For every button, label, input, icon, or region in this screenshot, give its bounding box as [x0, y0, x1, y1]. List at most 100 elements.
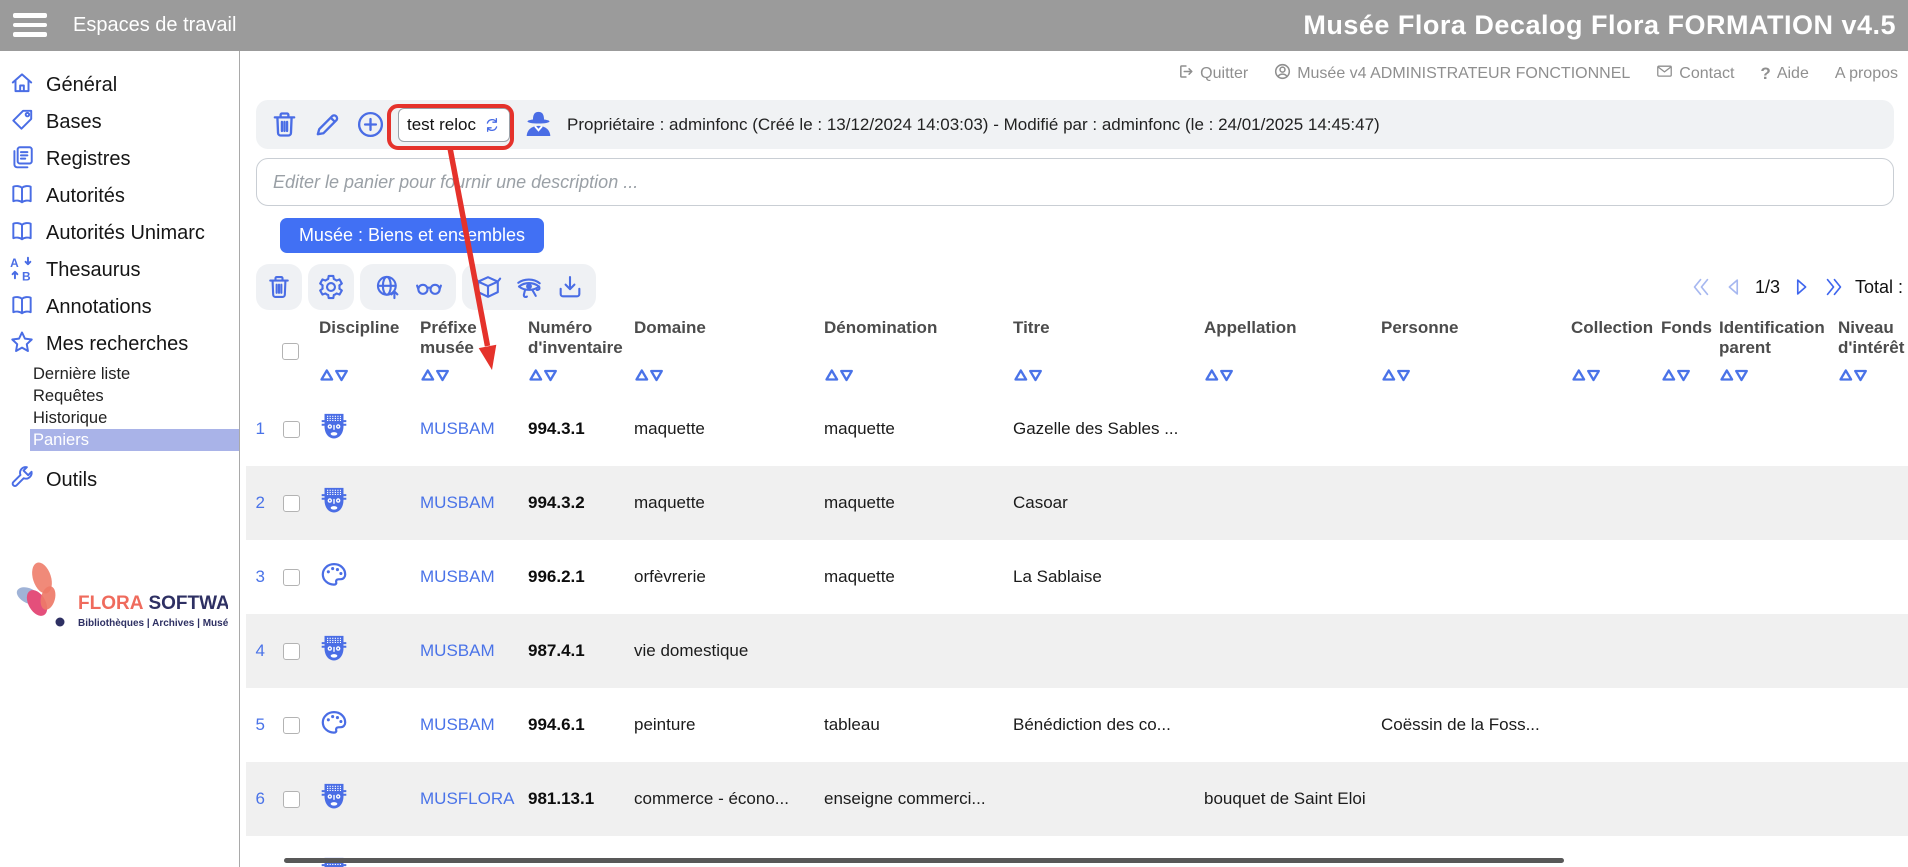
- settings-button[interactable]: [317, 273, 345, 301]
- column-header-denomination[interactable]: Dénomination: [821, 315, 1010, 392]
- contact-link[interactable]: Contact: [1656, 63, 1734, 85]
- first-page-button[interactable]: [1689, 275, 1713, 299]
- a-propos-link[interactable]: A propos: [1835, 65, 1898, 83]
- basket-name-input[interactable]: test reloc: [398, 108, 510, 142]
- sort-arrows-icon[interactable]: [1719, 366, 1750, 387]
- logout-icon: [1177, 63, 1194, 85]
- row-number-link[interactable]: 6: [256, 789, 265, 808]
- row-number-link[interactable]: 4: [256, 641, 265, 660]
- sort-arrows-icon[interactable]: [1381, 366, 1412, 387]
- sidebar-subitem-derniere-liste[interactable]: Dernière liste: [30, 363, 239, 385]
- column-header-titre[interactable]: Titre: [1010, 315, 1201, 392]
- row-number-link[interactable]: 1: [256, 419, 265, 438]
- aide-link[interactable]: ? Aide: [1760, 64, 1808, 84]
- row-checkbox[interactable]: [283, 495, 300, 512]
- sidebar-item-outils[interactable]: Outils: [0, 462, 239, 499]
- sort-arrows-icon[interactable]: [634, 366, 665, 387]
- delete-selection-button[interactable]: [265, 273, 293, 301]
- package-button[interactable]: [474, 273, 502, 301]
- previous-page-button[interactable]: [1722, 275, 1746, 299]
- sidebar-subitem-historique[interactable]: Historique: [30, 407, 239, 429]
- last-page-button[interactable]: [1822, 275, 1846, 299]
- open-book-icon: [9, 218, 35, 249]
- row-number-link[interactable]: 5: [256, 715, 265, 734]
- row-checkbox[interactable]: [283, 643, 300, 660]
- edit-basket-button[interactable]: [312, 109, 343, 140]
- sidebar-item-annotations[interactable]: Annotations: [0, 289, 239, 326]
- workspace-label: Espaces de travail: [73, 0, 236, 51]
- star-icon: [9, 329, 35, 360]
- prefixe-musee-link[interactable]: MUSBAM: [420, 419, 495, 438]
- publish-globe-button[interactable]: [374, 273, 402, 301]
- top-bar: Espaces de travail Musée Flora Decalog F…: [0, 0, 1908, 51]
- sort-arrows-icon[interactable]: [824, 366, 855, 387]
- column-header-discipline[interactable]: Discipline: [310, 315, 417, 392]
- sort-arrows-icon[interactable]: [528, 366, 559, 387]
- prefixe-musee-link[interactable]: MUSBAM: [420, 493, 495, 512]
- cell-titre: Bénédiction des co...: [1010, 715, 1201, 735]
- horus-eye-button[interactable]: [515, 273, 543, 301]
- download-button[interactable]: [556, 273, 584, 301]
- tab-musee-biens-et-ensembles[interactable]: Musée : Biens et ensembles: [280, 218, 544, 253]
- svg-text:A: A: [10, 256, 19, 270]
- column-header-personne[interactable]: Personne: [1378, 315, 1568, 392]
- cell-domaine: maquette: [631, 419, 821, 439]
- column-header-collection[interactable]: Collection: [1568, 315, 1658, 392]
- row-checkbox[interactable]: [283, 717, 300, 734]
- row-checkbox[interactable]: [283, 569, 300, 586]
- sidebar-subitem-requetes[interactable]: Requêtes: [30, 385, 239, 407]
- row-checkbox[interactable]: [283, 791, 300, 808]
- sort-arrows-icon[interactable]: [1571, 366, 1602, 387]
- glasses-view-button[interactable]: [415, 273, 443, 301]
- basket-toolbar: test reloc Propriétaire : adminfonc (Cré…: [256, 100, 1894, 149]
- sort-arrows-icon[interactable]: [1013, 366, 1044, 387]
- cell-denomination: tableau: [821, 715, 1010, 735]
- prefixe-musee-link[interactable]: MUSBAM: [420, 567, 495, 586]
- user-circle-icon: [1274, 63, 1291, 85]
- column-header-niveau[interactable]: Niveaud'intérêt: [1835, 315, 1908, 392]
- next-page-button[interactable]: [1789, 275, 1813, 299]
- sidebar-item-autorites-unimarc[interactable]: Autorités Unimarc: [0, 215, 239, 252]
- sidebar-item-general[interactable]: Général: [0, 67, 239, 104]
- description-input[interactable]: [256, 158, 1894, 206]
- sort-arrows-icon[interactable]: [1661, 366, 1692, 387]
- column-header-fonds[interactable]: Fonds: [1658, 315, 1716, 392]
- utility-bar: Quitter Musée v4 ADMINISTRATEUR FONCTION…: [900, 59, 1898, 89]
- pagination: 1/3 Total : 96: [1689, 264, 1908, 310]
- sidebar-subitem-paniers-selected[interactable]: Paniers: [30, 429, 239, 451]
- description-field-wrap: [256, 158, 1894, 206]
- sort-arrows-icon[interactable]: [319, 366, 350, 387]
- column-header-domaine[interactable]: Domaine: [631, 315, 821, 392]
- cell-domaine: vie domestique: [631, 641, 821, 661]
- column-header-identification[interactable]: Identificationparent: [1716, 315, 1835, 392]
- column-header-prefixe[interactable]: Préfixemusée: [417, 315, 525, 392]
- table-row: 6MUSFLORA981.13.1commerce - écono...ense…: [246, 762, 1908, 836]
- row-checkbox[interactable]: [283, 421, 300, 438]
- sidebar-item-thesaurus[interactable]: AB Thesaurus: [0, 252, 239, 289]
- select-all-checkbox[interactable]: [282, 343, 299, 360]
- add-basket-button[interactable]: [355, 109, 386, 140]
- prefixe-musee-link[interactable]: MUSFLORA: [420, 789, 514, 808]
- open-book-icon: [9, 292, 35, 323]
- hamburger-menu-icon[interactable]: [13, 13, 47, 42]
- prefixe-musee-link[interactable]: MUSBAM: [420, 715, 495, 734]
- column-header-numero[interactable]: Numérod'inventaire: [525, 315, 631, 392]
- row-number-link[interactable]: 3: [256, 567, 265, 586]
- sidebar-item-registres[interactable]: Registres: [0, 141, 239, 178]
- column-header-check: [272, 315, 310, 392]
- cell-denomination: maquette: [821, 493, 1010, 513]
- delete-basket-button[interactable]: [269, 109, 300, 140]
- refresh-icon[interactable]: [483, 116, 501, 134]
- horizontal-scrollbar[interactable]: [284, 858, 1564, 863]
- column-header-appellation[interactable]: Appellation: [1201, 315, 1378, 392]
- sidebar-item-mes-recherches[interactable]: Mes recherches: [0, 326, 239, 363]
- sidebar-item-autorites[interactable]: Autorités: [0, 178, 239, 215]
- sort-arrows-icon[interactable]: [1838, 366, 1869, 387]
- row-number-link[interactable]: 2: [256, 493, 265, 512]
- sort-arrows-icon[interactable]: [420, 366, 451, 387]
- quitter-link[interactable]: Quitter: [1177, 63, 1248, 85]
- sidebar-item-bases[interactable]: Bases: [0, 104, 239, 141]
- current-user[interactable]: Musée v4 ADMINISTRATEUR FONCTIONNEL: [1274, 63, 1630, 85]
- prefixe-musee-link[interactable]: MUSBAM: [420, 641, 495, 660]
- sort-arrows-icon[interactable]: [1204, 366, 1235, 387]
